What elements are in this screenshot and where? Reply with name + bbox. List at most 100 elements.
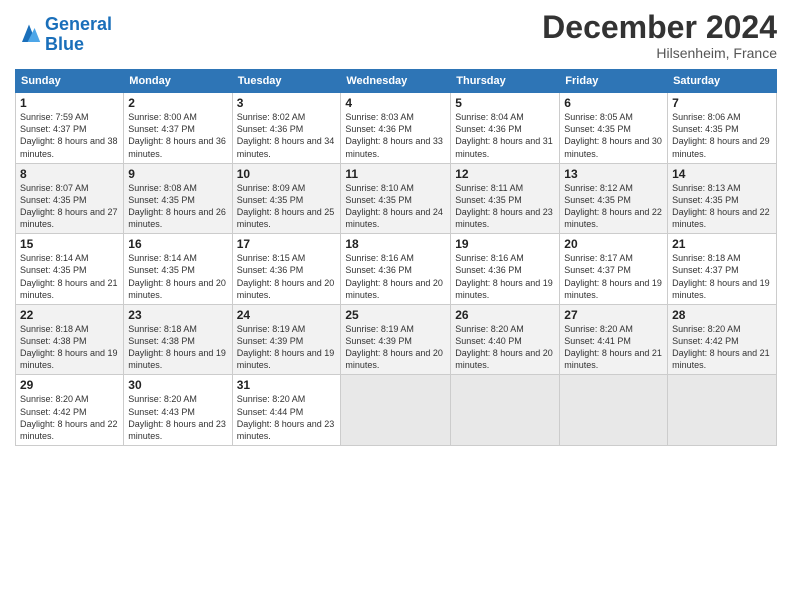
calendar-row-3: 15 Sunrise: 8:14 AM Sunset: 4:35 PM Dayl… [16,234,777,305]
day-cell-24: 24 Sunrise: 8:19 AM Sunset: 4:39 PM Dayl… [232,304,341,375]
day-cell-5: 5 Sunrise: 8:04 AM Sunset: 4:36 PM Dayli… [451,93,560,164]
day-cell-26: 26 Sunrise: 8:20 AM Sunset: 4:40 PM Dayl… [451,304,560,375]
empty-cell [560,375,668,446]
day-cell-25: 25 Sunrise: 8:19 AM Sunset: 4:39 PM Dayl… [341,304,451,375]
day-info: Sunrise: 8:18 AM Sunset: 4:37 PM Dayligh… [672,252,772,301]
day-number: 16 [128,237,227,251]
day-cell-29: 29 Sunrise: 8:20 AM Sunset: 4:42 PM Dayl… [16,375,124,446]
day-info: Sunrise: 8:19 AM Sunset: 4:39 PM Dayligh… [345,323,446,372]
day-cell-27: 27 Sunrise: 8:20 AM Sunset: 4:41 PM Dayl… [560,304,668,375]
day-info: Sunrise: 8:14 AM Sunset: 4:35 PM Dayligh… [20,252,119,301]
day-info: Sunrise: 8:05 AM Sunset: 4:35 PM Dayligh… [564,111,663,160]
day-number: 17 [237,237,337,251]
day-number: 9 [128,167,227,181]
day-cell-2: 2 Sunrise: 8:00 AM Sunset: 4:37 PM Dayli… [124,93,232,164]
day-cell-14: 14 Sunrise: 8:13 AM Sunset: 4:35 PM Dayl… [668,163,777,234]
day-info: Sunrise: 8:13 AM Sunset: 4:35 PM Dayligh… [672,182,772,231]
empty-cell [668,375,777,446]
day-number: 4 [345,96,446,110]
location-title: Hilsenheim, France [542,45,777,61]
month-title: December 2024 [542,10,777,45]
day-info: Sunrise: 8:03 AM Sunset: 4:36 PM Dayligh… [345,111,446,160]
day-info: Sunrise: 8:20 AM Sunset: 4:42 PM Dayligh… [672,323,772,372]
day-number: 15 [20,237,119,251]
day-cell-20: 20 Sunrise: 8:17 AM Sunset: 4:37 PM Dayl… [560,234,668,305]
day-info: Sunrise: 8:02 AM Sunset: 4:36 PM Dayligh… [237,111,337,160]
header-thursday: Thursday [451,70,560,93]
calendar-row-5: 29 Sunrise: 8:20 AM Sunset: 4:42 PM Dayl… [16,375,777,446]
day-info: Sunrise: 8:04 AM Sunset: 4:36 PM Dayligh… [455,111,555,160]
day-cell-18: 18 Sunrise: 8:16 AM Sunset: 4:36 PM Dayl… [341,234,451,305]
empty-cell [451,375,560,446]
day-info: Sunrise: 8:18 AM Sunset: 4:38 PM Dayligh… [20,323,119,372]
day-cell-13: 13 Sunrise: 8:12 AM Sunset: 4:35 PM Dayl… [560,163,668,234]
day-number: 31 [237,378,337,392]
day-cell-4: 4 Sunrise: 8:03 AM Sunset: 4:36 PM Dayli… [341,93,451,164]
header: General Blue December 2024 Hilsenheim, F… [15,10,777,61]
day-cell-15: 15 Sunrise: 8:14 AM Sunset: 4:35 PM Dayl… [16,234,124,305]
day-number: 6 [564,96,663,110]
title-block: December 2024 Hilsenheim, France [542,10,777,61]
day-info: Sunrise: 8:12 AM Sunset: 4:35 PM Dayligh… [564,182,663,231]
day-info: Sunrise: 8:15 AM Sunset: 4:36 PM Dayligh… [237,252,337,301]
day-number: 20 [564,237,663,251]
page: General Blue December 2024 Hilsenheim, F… [0,0,792,612]
day-number: 18 [345,237,446,251]
day-number: 1 [20,96,119,110]
calendar-table: Sunday Monday Tuesday Wednesday Thursday… [15,69,777,446]
weekday-header-row: Sunday Monday Tuesday Wednesday Thursday… [16,70,777,93]
day-cell-1: 1 Sunrise: 7:59 AM Sunset: 4:37 PM Dayli… [16,93,124,164]
day-info: Sunrise: 8:00 AM Sunset: 4:37 PM Dayligh… [128,111,227,160]
day-number: 3 [237,96,337,110]
day-info: Sunrise: 8:09 AM Sunset: 4:35 PM Dayligh… [237,182,337,231]
day-info: Sunrise: 8:20 AM Sunset: 4:41 PM Dayligh… [564,323,663,372]
day-number: 27 [564,308,663,322]
day-cell-21: 21 Sunrise: 8:18 AM Sunset: 4:37 PM Dayl… [668,234,777,305]
day-info: Sunrise: 8:07 AM Sunset: 4:35 PM Dayligh… [20,182,119,231]
day-cell-28: 28 Sunrise: 8:20 AM Sunset: 4:42 PM Dayl… [668,304,777,375]
header-friday: Friday [560,70,668,93]
empty-cell [341,375,451,446]
day-info: Sunrise: 8:17 AM Sunset: 4:37 PM Dayligh… [564,252,663,301]
day-cell-6: 6 Sunrise: 8:05 AM Sunset: 4:35 PM Dayli… [560,93,668,164]
day-info: Sunrise: 8:20 AM Sunset: 4:40 PM Dayligh… [455,323,555,372]
day-cell-23: 23 Sunrise: 8:18 AM Sunset: 4:38 PM Dayl… [124,304,232,375]
day-info: Sunrise: 8:06 AM Sunset: 4:35 PM Dayligh… [672,111,772,160]
day-number: 28 [672,308,772,322]
day-cell-22: 22 Sunrise: 8:18 AM Sunset: 4:38 PM Dayl… [16,304,124,375]
logo: General Blue [15,15,112,55]
day-info: Sunrise: 8:20 AM Sunset: 4:44 PM Dayligh… [237,393,337,442]
day-info: Sunrise: 8:14 AM Sunset: 4:35 PM Dayligh… [128,252,227,301]
day-number: 24 [237,308,337,322]
day-info: Sunrise: 8:16 AM Sunset: 4:36 PM Dayligh… [455,252,555,301]
calendar-row-2: 8 Sunrise: 8:07 AM Sunset: 4:35 PM Dayli… [16,163,777,234]
day-cell-16: 16 Sunrise: 8:14 AM Sunset: 4:35 PM Dayl… [124,234,232,305]
day-number: 22 [20,308,119,322]
header-wednesday: Wednesday [341,70,451,93]
day-cell-3: 3 Sunrise: 8:02 AM Sunset: 4:36 PM Dayli… [232,93,341,164]
day-cell-8: 8 Sunrise: 8:07 AM Sunset: 4:35 PM Dayli… [16,163,124,234]
day-number: 23 [128,308,227,322]
calendar-row-4: 22 Sunrise: 8:18 AM Sunset: 4:38 PM Dayl… [16,304,777,375]
day-info: Sunrise: 8:11 AM Sunset: 4:35 PM Dayligh… [455,182,555,231]
day-number: 14 [672,167,772,181]
day-number: 7 [672,96,772,110]
day-info: Sunrise: 8:18 AM Sunset: 4:38 PM Dayligh… [128,323,227,372]
day-number: 19 [455,237,555,251]
day-number: 5 [455,96,555,110]
day-number: 26 [455,308,555,322]
logo-general: General [45,14,112,34]
day-info: Sunrise: 8:10 AM Sunset: 4:35 PM Dayligh… [345,182,446,231]
day-number: 25 [345,308,446,322]
day-number: 2 [128,96,227,110]
header-tuesday: Tuesday [232,70,341,93]
day-info: Sunrise: 8:19 AM Sunset: 4:39 PM Dayligh… [237,323,337,372]
day-info: Sunrise: 7:59 AM Sunset: 4:37 PM Dayligh… [20,111,119,160]
day-cell-11: 11 Sunrise: 8:10 AM Sunset: 4:35 PM Dayl… [341,163,451,234]
day-number: 8 [20,167,119,181]
day-cell-10: 10 Sunrise: 8:09 AM Sunset: 4:35 PM Dayl… [232,163,341,234]
day-cell-17: 17 Sunrise: 8:15 AM Sunset: 4:36 PM Dayl… [232,234,341,305]
day-number: 29 [20,378,119,392]
header-saturday: Saturday [668,70,777,93]
header-sunday: Sunday [16,70,124,93]
